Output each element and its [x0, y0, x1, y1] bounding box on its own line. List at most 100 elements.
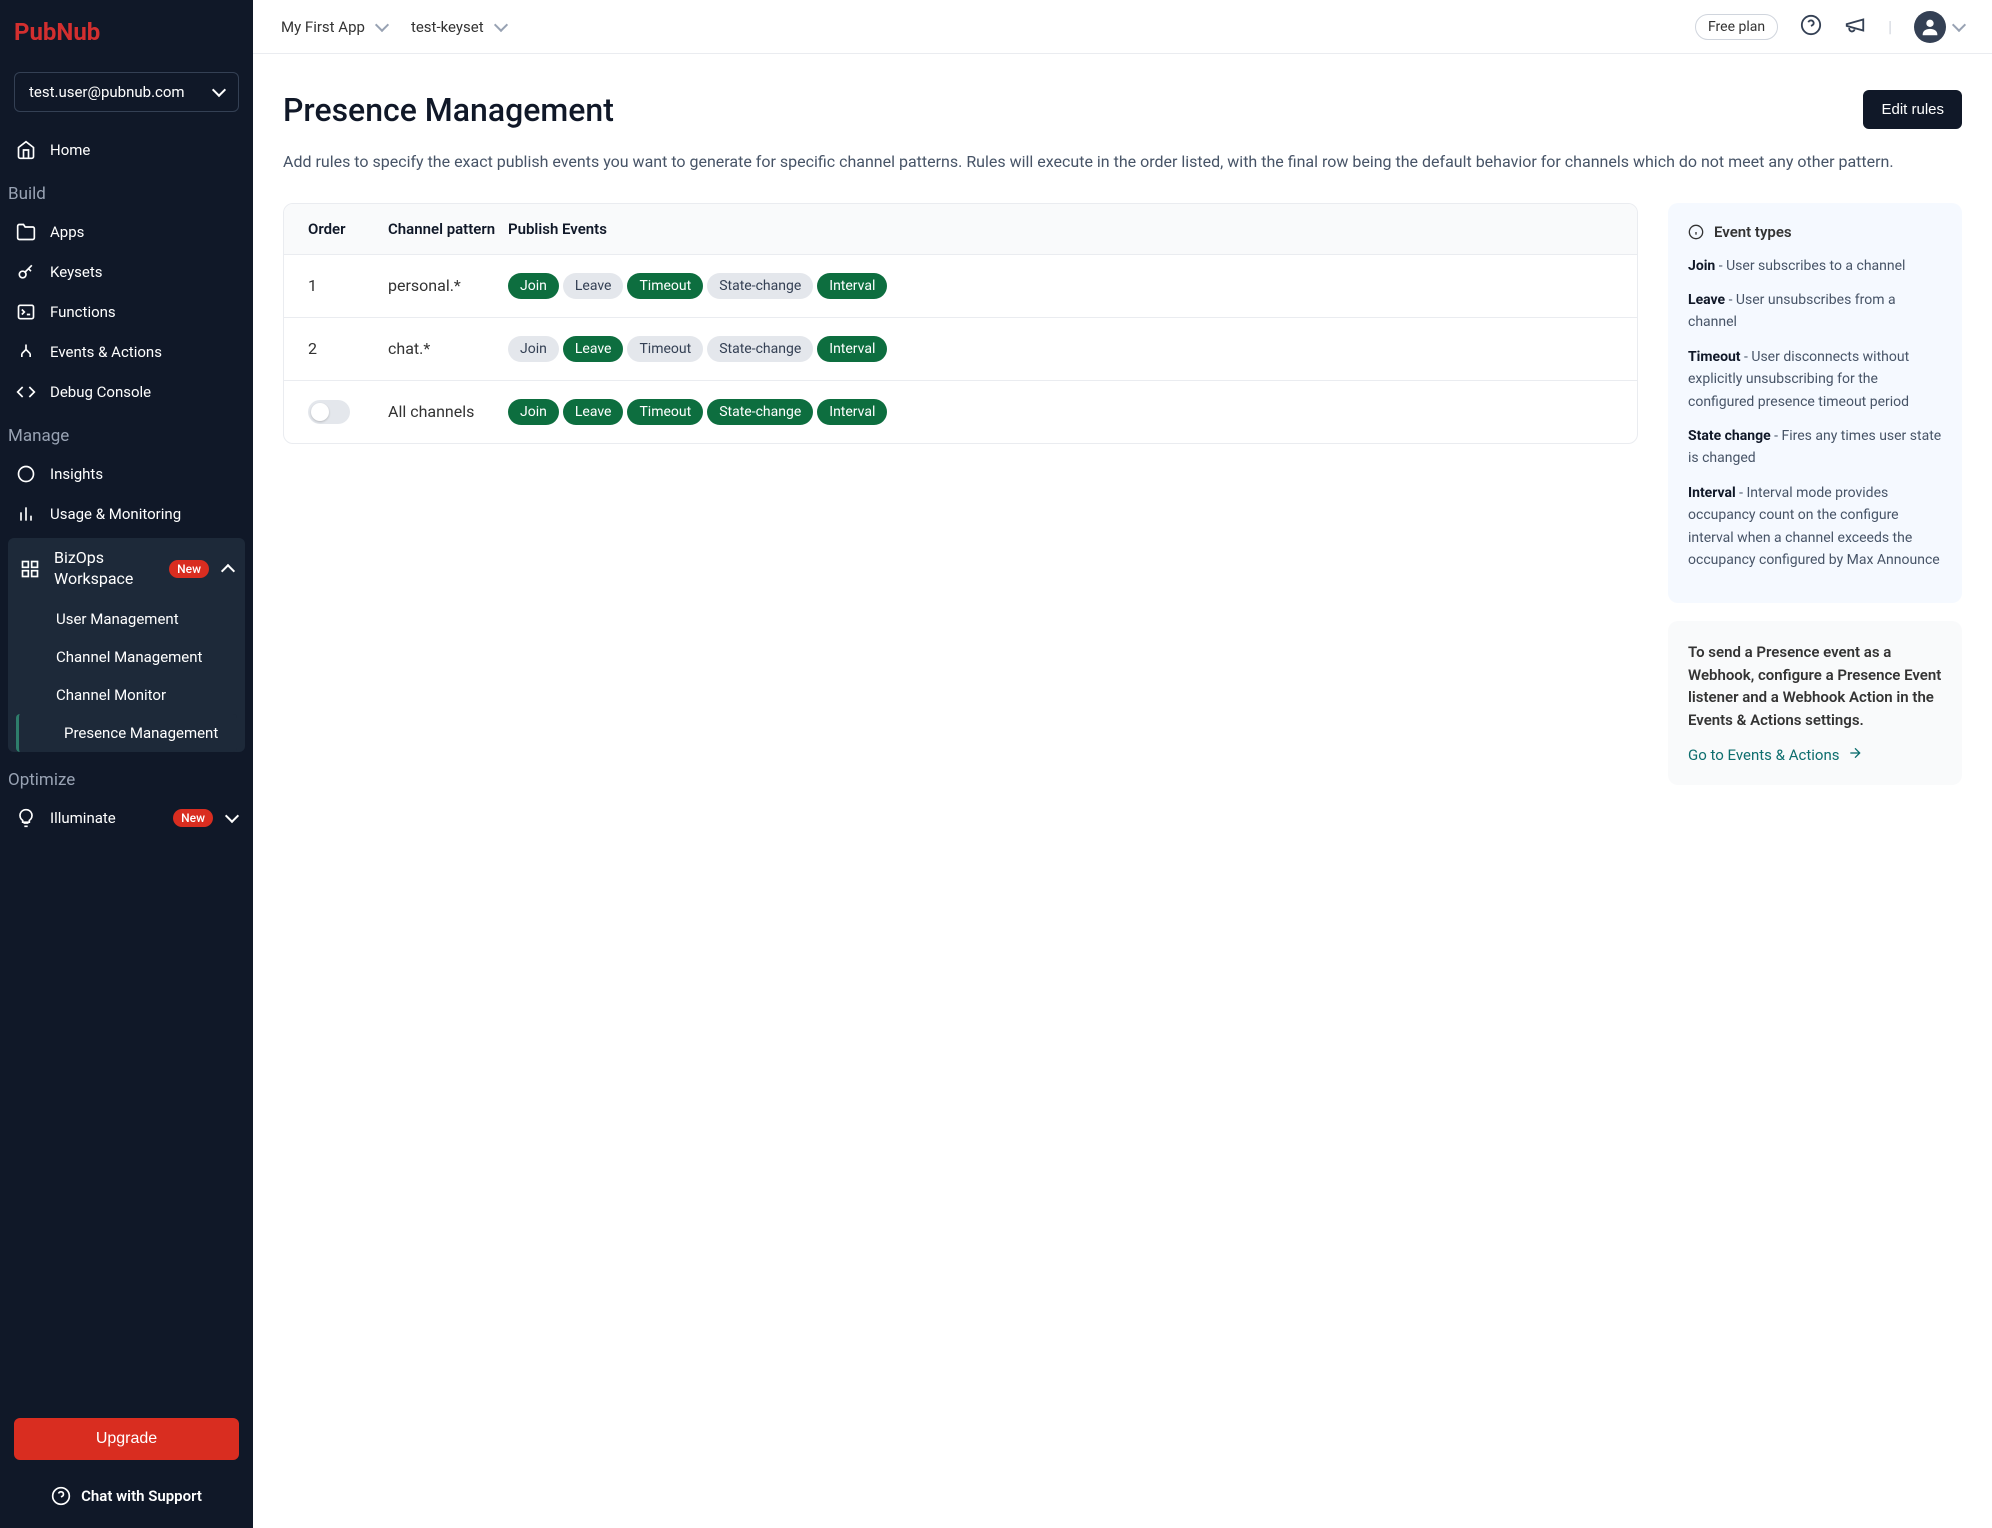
upgrade-button[interactable]: Upgrade	[14, 1418, 239, 1460]
sidebar-item-label: Home	[50, 141, 90, 159]
user-menu[interactable]	[1914, 11, 1964, 43]
edit-rules-button[interactable]: Edit rules	[1863, 90, 1962, 129]
sidebar-item-label: Channel Management	[56, 648, 202, 666]
col-pattern: Channel pattern	[388, 220, 508, 238]
help-icon[interactable]	[1800, 14, 1822, 40]
row-pattern: All channels	[388, 402, 508, 421]
event-pill-join: Join	[508, 273, 559, 299]
page-description: Add rules to specify the exact publish e…	[283, 149, 1962, 175]
event-pill-join: Join	[508, 336, 559, 362]
code-icon	[16, 382, 36, 402]
sidebar-item-bizops[interactable]: BizOps Workspace New	[8, 538, 245, 600]
event-pill-timeout: Timeout	[627, 336, 703, 362]
sidebar-item-label: Presence Management	[64, 724, 218, 742]
sidebar-item-functions[interactable]: Functions	[0, 292, 253, 332]
sidebar-item-events-actions[interactable]: Events & Actions	[0, 332, 253, 372]
sidebar-item-channel-monitor[interactable]: Channel Monitor	[8, 676, 245, 714]
row-events: JoinLeaveTimeoutState-changeInterval	[508, 336, 1613, 362]
logo: PubNub	[0, 0, 253, 64]
user-email: test.user@pubnub.com	[29, 83, 185, 101]
all-channels-toggle[interactable]	[308, 400, 350, 424]
event-pill-interval: Interval	[817, 399, 887, 425]
announce-icon[interactable]	[1844, 14, 1866, 40]
event-pill-timeout: Timeout	[627, 273, 703, 299]
plan-badge[interactable]: Free plan	[1695, 14, 1778, 40]
terminal-icon	[16, 302, 36, 322]
row-events: JoinLeaveTimeoutState-changeInterval	[508, 273, 1613, 299]
sidebar-item-debug-console[interactable]: Debug Console	[0, 372, 253, 412]
event-type-item: Leave - User unsubscribes from a channel	[1688, 289, 1942, 334]
chevron-down-icon	[494, 17, 508, 31]
sidebar-item-illuminate[interactable]: Illuminate New	[0, 798, 253, 838]
table-header: Order Channel pattern Publish Events	[284, 204, 1637, 254]
sidebar-item-label: Keysets	[50, 263, 103, 281]
section-manage: Manage	[0, 412, 253, 454]
table-row: All channelsJoinLeaveTimeoutState-change…	[284, 380, 1637, 443]
branch-icon	[16, 342, 36, 362]
event-types-title: Event types	[1714, 223, 1792, 241]
event-pill-state-change: State-change	[707, 399, 813, 425]
sidebar-item-keysets[interactable]: Keysets	[0, 252, 253, 292]
row-order	[308, 400, 388, 424]
link-label: Go to Events & Actions	[1688, 746, 1839, 764]
sidebar-item-label: Usage & Monitoring	[50, 505, 181, 523]
main: My First App test-keyset Free plan | Pr	[253, 0, 1992, 1528]
event-pill-state-change: State-change	[707, 336, 813, 362]
table-row: 2chat.*JoinLeaveTimeoutState-changeInter…	[284, 317, 1637, 380]
col-order: Order	[308, 220, 388, 238]
chevron-up-icon	[221, 564, 235, 578]
event-type-item: Timeout - User disconnects without expli…	[1688, 346, 1942, 413]
event-pill-leave: Leave	[563, 336, 624, 362]
sidebar-item-channel-mgmt[interactable]: Channel Management	[8, 638, 245, 676]
sidebar-item-usage[interactable]: Usage & Monitoring	[0, 494, 253, 534]
event-pill-leave: Leave	[563, 273, 624, 299]
keyset-name: test-keyset	[411, 18, 484, 36]
event-type-item: State change - Fires any times user stat…	[1688, 425, 1942, 470]
user-dropdown[interactable]: test.user@pubnub.com	[14, 72, 239, 112]
avatar-icon	[1914, 11, 1946, 43]
sidebar-item-label: Insights	[50, 465, 103, 483]
sidebar-item-label: Events & Actions	[50, 343, 162, 361]
row-pattern: personal.*	[388, 276, 508, 295]
chat-support-label: Chat with Support	[81, 1487, 202, 1505]
sidebar-item-user-mgmt[interactable]: User Management	[8, 600, 245, 638]
event-pill-state-change: State-change	[707, 273, 813, 299]
events-actions-link[interactable]: Go to Events & Actions	[1688, 745, 1942, 765]
col-events: Publish Events	[508, 220, 1613, 238]
sidebar-item-label: Functions	[50, 303, 116, 321]
sidebar-item-label: BizOps Workspace	[54, 548, 155, 590]
event-pill-leave: Leave	[563, 399, 624, 425]
chat-support-link[interactable]: Chat with Support	[14, 1478, 239, 1514]
help-icon	[51, 1486, 71, 1506]
webhook-panel: To send a Presence event as a Webhook, c…	[1668, 621, 1962, 785]
rules-table: Order Channel pattern Publish Events 1pe…	[283, 203, 1638, 444]
folder-icon	[16, 222, 36, 242]
chevron-down-icon	[1952, 17, 1966, 31]
sidebar-group-bizops: BizOps Workspace New User Management Cha…	[8, 538, 245, 752]
sidebar-item-label: User Management	[56, 610, 179, 628]
sidebar-item-label: Illuminate	[50, 809, 159, 827]
row-pattern: chat.*	[388, 339, 508, 358]
event-pill-join: Join	[508, 399, 559, 425]
sidebar-item-label: Apps	[50, 223, 84, 241]
sidebar-item-label: Debug Console	[50, 383, 151, 401]
topbar: My First App test-keyset Free plan |	[253, 0, 1992, 54]
lightbulb-icon	[16, 808, 36, 828]
new-badge: New	[173, 809, 213, 827]
webhook-text: To send a Presence event as a Webhook, c…	[1688, 641, 1942, 731]
sidebar-item-label: Channel Monitor	[56, 686, 166, 704]
app-selector[interactable]: My First App	[281, 18, 387, 36]
home-icon	[16, 140, 36, 160]
table-row: 1personal.*JoinLeaveTimeoutState-changeI…	[284, 254, 1637, 317]
row-order: 1	[308, 276, 388, 295]
sidebar-item-insights[interactable]: Insights	[0, 454, 253, 494]
event-pill-interval: Interval	[817, 336, 887, 362]
sidebar-item-home[interactable]: Home	[0, 130, 253, 170]
keyset-selector[interactable]: test-keyset	[411, 18, 506, 36]
sidebar-item-apps[interactable]: Apps	[0, 212, 253, 252]
section-build: Build	[0, 170, 253, 212]
page-title: Presence Management	[283, 91, 614, 129]
sidebar-item-presence-mgmt[interactable]: Presence Management	[16, 714, 237, 752]
row-order: 2	[308, 339, 388, 358]
event-type-item: Join - User subscribes to a channel	[1688, 255, 1942, 277]
